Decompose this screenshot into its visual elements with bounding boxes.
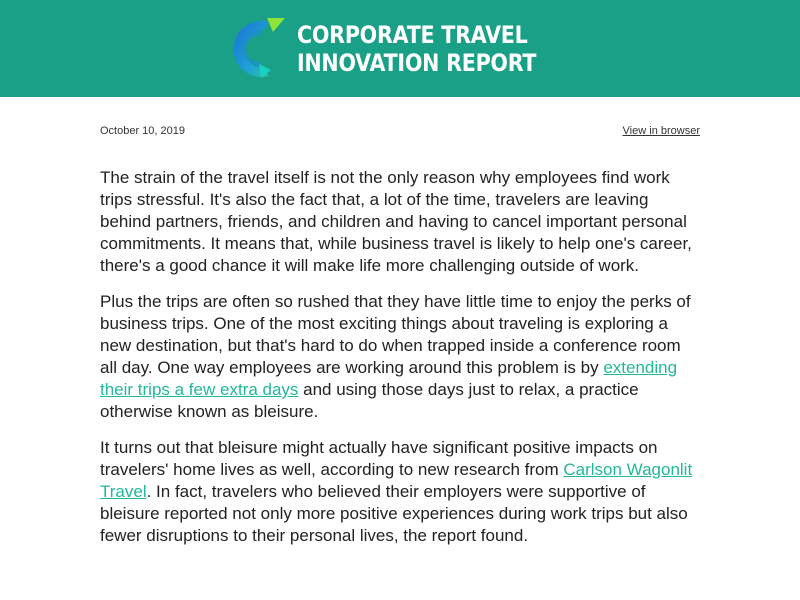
view-in-browser-link[interactable]: View in browser: [623, 125, 700, 137]
issue-date: October 10, 2019: [100, 125, 186, 137]
ct-logo-icon: [233, 17, 285, 78]
paragraph-3: It turns out that bleisure might actuall…: [100, 437, 700, 547]
newsletter-header: CORPORATE TRAVEL INNOVATION REPORT: [0, 0, 800, 97]
newsletter-body: October 10, 2019 View in browser The str…: [100, 125, 700, 547]
article: The strain of the travel itself is not t…: [100, 167, 700, 547]
brand-logo-lockup[interactable]: CORPORATE TRAVEL INNOVATION REPORT: [223, 12, 575, 86]
brand-title-line1: CORPORATE TRAVEL: [296, 20, 528, 49]
paragraph-3-text-after: . In fact, travelers who believed their …: [100, 482, 688, 545]
paragraph-1: The strain of the travel itself is not t…: [100, 168, 692, 275]
meta-bar: October 10, 2019 View in browser: [100, 125, 700, 137]
brand-title: CORPORATE TRAVEL INNOVATION REPORT: [296, 20, 537, 77]
brand-title-line2: INNOVATION REPORT: [296, 48, 537, 77]
paragraph-2: Plus the trips are often so rushed that …: [100, 291, 700, 423]
